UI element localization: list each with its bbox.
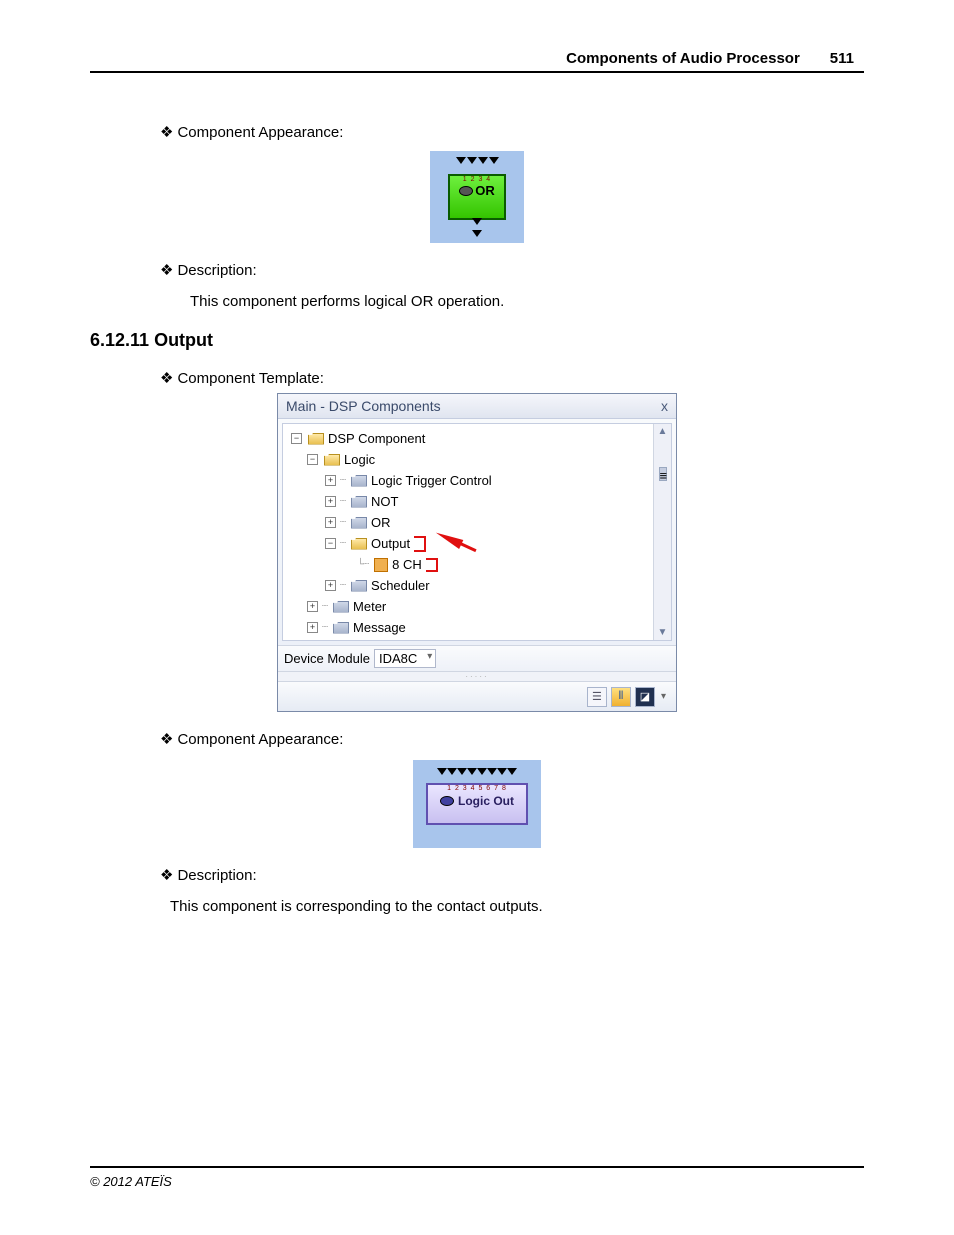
- folder-open-icon: [351, 538, 367, 550]
- panel-titlebar: Main - DSP Components x: [278, 394, 676, 419]
- folder-open-icon: [308, 433, 324, 445]
- folder-closed-icon: [351, 517, 367, 529]
- tree-node-meter[interactable]: +┈ Meter: [285, 596, 669, 617]
- tree-label: DSP Component: [328, 431, 425, 446]
- scroll-up-icon[interactable]: ▲: [658, 426, 668, 437]
- logic-out-description-text: This component is corresponding to the c…: [170, 898, 864, 915]
- tree-node-dsp-component[interactable]: − DSP Component: [285, 428, 669, 449]
- expand-icon[interactable]: +: [325, 475, 336, 486]
- highlight-bracket: [414, 536, 426, 552]
- page-footer: © 2012 ATEÏS: [90, 1166, 864, 1189]
- panel-title: Main - DSP Components: [286, 398, 441, 414]
- scroll-down-icon[interactable]: ▼: [658, 627, 668, 638]
- expand-icon[interactable]: +: [325, 580, 336, 591]
- collapse-icon[interactable]: −: [307, 454, 318, 465]
- folder-open-icon: [324, 454, 340, 466]
- or-description-text: This component performs logical OR opera…: [190, 293, 864, 310]
- tree-node-logic[interactable]: − Logic: [285, 449, 669, 470]
- tree-label: Logic Trigger Control: [371, 473, 492, 488]
- folder-closed-icon: [351, 580, 367, 592]
- logic-out-component-icon: 1 2 3 4 5 6 7 8 Logic Out: [413, 760, 541, 848]
- tree-node-not[interactable]: +┈ NOT: [285, 491, 669, 512]
- page-number: 511: [820, 50, 864, 67]
- tree-label: Message: [353, 620, 406, 635]
- device-module-row: Device Module IDA8C: [278, 645, 676, 671]
- component-icon: [374, 558, 388, 572]
- tree-node-scheduler[interactable]: +┈ Scheduler: [285, 575, 669, 596]
- label-appearance-2: Component Appearance:: [160, 730, 864, 748]
- logic-out-pins: 1 2 3 4 5 6 7 8: [447, 785, 507, 792]
- tree-label: Output: [371, 536, 410, 551]
- tree-label: OR: [371, 515, 391, 530]
- label-appearance-1: Component Appearance:: [160, 123, 864, 141]
- folder-closed-icon: [351, 496, 367, 508]
- toolbar-list-button[interactable]: ☰: [587, 687, 607, 707]
- collapse-icon[interactable]: −: [291, 433, 302, 444]
- tree-node-output[interactable]: −┈ Output: [285, 533, 669, 554]
- highlight-bracket: [426, 558, 438, 572]
- tree-label: Meter: [353, 599, 386, 614]
- vertical-scrollbar[interactable]: ▲ ≡ ▼: [653, 424, 671, 640]
- or-disc-icon: [459, 186, 473, 196]
- scroll-thumb[interactable]: ≡: [659, 467, 667, 481]
- panel-grip[interactable]: ·····: [278, 671, 676, 681]
- header-title: Components of Audio Processor: [566, 50, 800, 67]
- folder-closed-icon: [333, 601, 349, 613]
- tree-label: Logic: [344, 452, 375, 467]
- device-module-value: IDA8C: [379, 651, 417, 666]
- tree-node-or[interactable]: +┈ OR: [285, 512, 669, 533]
- tree-node-ltc[interactable]: +┈ Logic Trigger Control: [285, 470, 669, 491]
- logic-out-label: Logic Out: [458, 794, 514, 808]
- tree-label: NOT: [371, 494, 398, 509]
- label-description-2: Description:: [160, 866, 864, 884]
- tree-node-8ch[interactable]: └┈ 8 CH: [285, 554, 669, 575]
- folder-closed-icon: [333, 622, 349, 634]
- tree-label: 8 CH: [392, 557, 422, 572]
- dsp-components-panel: Main - DSP Components x − DSP Component …: [277, 393, 677, 712]
- device-module-label: Device Module: [284, 651, 370, 666]
- expand-icon[interactable]: +: [325, 496, 336, 507]
- toolbar-columns-button[interactable]: ⦀: [611, 687, 631, 707]
- collapse-icon[interactable]: −: [325, 538, 336, 549]
- panel-close-button[interactable]: x: [661, 398, 668, 414]
- folder-closed-icon: [351, 475, 367, 487]
- tree-label: Scheduler: [371, 578, 430, 593]
- expand-icon[interactable]: +: [325, 517, 336, 528]
- logic-out-disc-icon: [440, 796, 454, 806]
- label-template: Component Template:: [160, 369, 864, 387]
- page-header: Components of Audio Processor 511: [90, 50, 864, 73]
- expand-icon[interactable]: +: [307, 601, 318, 612]
- or-pins: 1 2 3 4: [463, 176, 491, 183]
- toolbar-settings-button[interactable]: ◪: [635, 687, 655, 707]
- label-description-1: Description:: [160, 261, 864, 279]
- tree-body: − DSP Component − Logic +┈ Logic Trigger…: [282, 423, 672, 641]
- expand-icon[interactable]: +: [307, 622, 318, 633]
- toolbar-dropdown-icon[interactable]: ▾: [661, 691, 666, 702]
- tree-node-message[interactable]: +┈ Message: [285, 617, 669, 638]
- section-heading: 6.12.11 Output: [90, 330, 864, 351]
- or-component-icon: 1 2 3 4 OR: [430, 151, 524, 243]
- panel-toolbar: ☰ ⦀ ◪ ▾: [278, 681, 676, 711]
- device-module-select[interactable]: IDA8C: [374, 649, 436, 668]
- or-label: OR: [475, 183, 495, 198]
